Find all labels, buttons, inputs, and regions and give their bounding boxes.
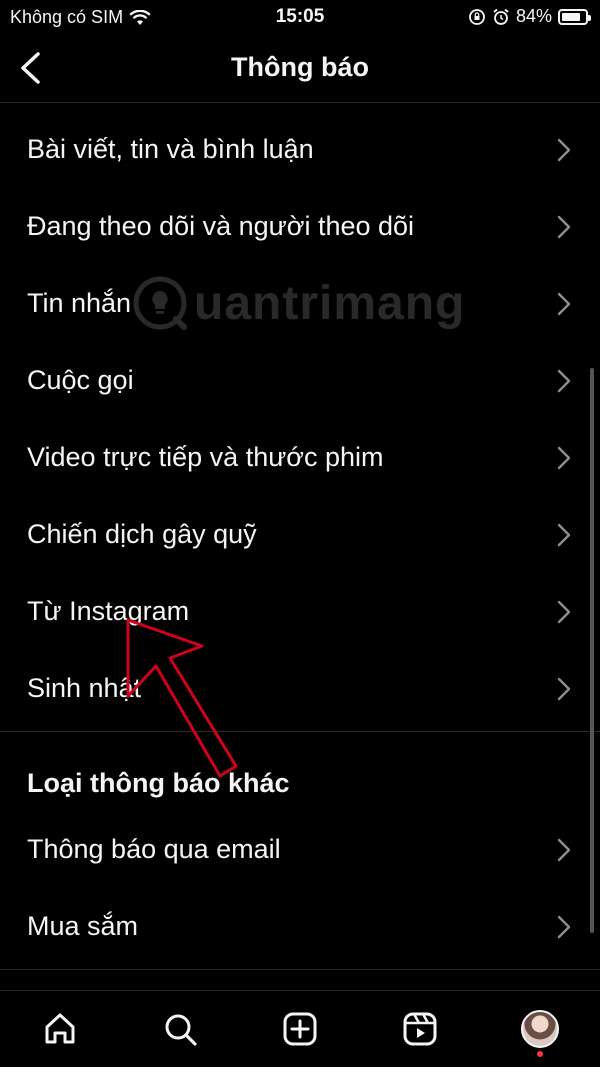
- settings-row[interactable]: Mua sắm: [0, 888, 600, 965]
- battery-level: [562, 12, 581, 21]
- tab-search[interactable]: [150, 999, 210, 1059]
- notification-dot: [537, 1051, 543, 1057]
- settings-row-label: Tin nhắn: [27, 288, 132, 318]
- settings-row[interactable]: Cuộc gọi: [0, 342, 600, 419]
- battery-icon: [558, 8, 591, 25]
- create-icon: [283, 1012, 317, 1046]
- chevron-right-icon: [556, 214, 572, 240]
- settings-row-label: Đang theo dõi và người theo dõi: [27, 211, 415, 241]
- tab-profile[interactable]: [510, 999, 570, 1059]
- alarm-icon: [493, 8, 509, 25]
- notification-settings-list: Bài viết, tin và bình luận Đang theo dõi …: [0, 111, 600, 970]
- chevron-right-icon: [556, 137, 572, 163]
- chevron-right-icon: [556, 599, 572, 625]
- settings-row-label: Bài viết, tin và bình luận: [27, 134, 314, 164]
- reels-icon: [403, 1012, 437, 1046]
- chevron-right-icon: [556, 676, 572, 702]
- settings-row[interactable]: Sinh nhật: [0, 650, 600, 727]
- chevron-right-icon: [556, 368, 572, 394]
- section-divider: [0, 969, 600, 970]
- other-items: Thông báo qua email Mua sắm: [0, 811, 600, 965]
- settings-row[interactable]: Video trực tiếp và thước phim: [0, 419, 600, 496]
- battery-percent: 84%: [515, 6, 552, 26]
- bottom-tab-bar: [0, 991, 600, 1067]
- settings-row[interactable]: Đang theo dõi và người theo dõi: [0, 188, 600, 265]
- home-icon: [45, 1013, 75, 1044]
- tab-reels[interactable]: [390, 999, 450, 1059]
- scroll-indicator: [590, 368, 594, 933]
- settings-row-label: Cuộc gọi: [27, 365, 134, 395]
- settings-row-label: Sinh nhật: [27, 673, 142, 703]
- settings-row-label: Video trực tiếp và thước phim: [27, 442, 384, 472]
- status-bar: Không có SIM 15:05 84%: [0, 0, 600, 34]
- settings-row-label: Thông báo qua email: [27, 834, 281, 864]
- chevron-right-icon: [556, 291, 572, 317]
- chevron-right-icon: [556, 837, 572, 863]
- chevron-right-icon: [556, 914, 572, 940]
- settings-row-label: Chiến dịch gây quỹ: [27, 519, 257, 549]
- tab-home[interactable]: [30, 999, 90, 1059]
- orientation-lock-icon: [469, 8, 485, 25]
- avatar: [521, 1010, 559, 1048]
- main-items: Bài viết, tin và bình luận Đang theo dõi …: [0, 111, 600, 727]
- settings-row[interactable]: Chiến dịch gây quỹ: [0, 496, 600, 573]
- settings-row-label: Từ Instagram: [27, 596, 190, 626]
- chevron-right-icon: [556, 445, 572, 471]
- settings-row[interactable]: Tin nhắn: [0, 265, 600, 342]
- tab-create[interactable]: [270, 999, 330, 1059]
- search-icon: [165, 1014, 197, 1046]
- settings-row[interactable]: Thông báo qua email: [0, 811, 600, 888]
- status-right: 84%: [468, 6, 591, 27]
- settings-row-label: Mua sắm: [27, 911, 139, 941]
- top-navigation-bar: Thông báo: [0, 34, 600, 103]
- page-title: Thông báo: [231, 52, 369, 82]
- chevron-right-icon: [556, 522, 572, 548]
- section-title-other-notifications: Loại thông báo khác: [27, 768, 290, 798]
- settings-row[interactable]: Từ Instagram: [0, 573, 600, 650]
- settings-row[interactable]: Bài viết, tin và bình luận: [0, 111, 600, 188]
